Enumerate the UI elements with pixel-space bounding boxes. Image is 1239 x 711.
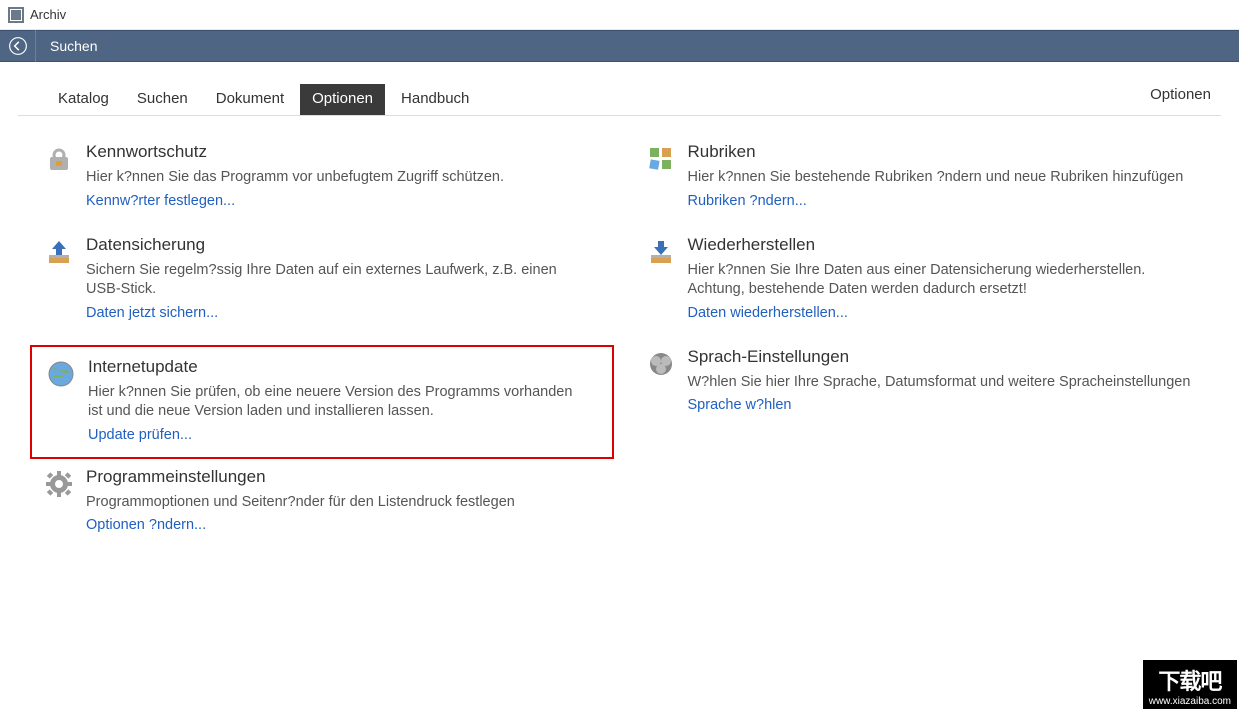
titlebar: Archiv — [0, 0, 1239, 30]
watermark: 下载吧 www.xiazaiba.com — [1143, 660, 1237, 709]
option-body: Kennwortschutz Hier k?nnen Sie das Progra… — [86, 142, 620, 209]
option-title: Kennwortschutz — [86, 142, 590, 162]
toolbar-label[interactable]: Suchen — [36, 38, 111, 54]
watermark-small: www.xiazaiba.com — [1149, 696, 1231, 707]
options-grid: Kennwortschutz Hier k?nnen Sie das Progra… — [0, 116, 1239, 559]
right-column: Rubriken Hier k?nnen Sie bestehende Rubri… — [620, 142, 1222, 559]
backup-up-icon — [32, 235, 86, 321]
tab-katalog[interactable]: Katalog — [46, 84, 121, 115]
option-item: Programmeinstellungen Programmoptionen un… — [18, 467, 620, 560]
toolbar: Suchen — [0, 30, 1239, 62]
window-title: Archiv — [30, 7, 66, 22]
option-description: Hier k?nnen Sie Ihre Daten aus einer Dat… — [688, 261, 1192, 300]
option-title: Sprach-Einstellungen — [688, 347, 1192, 367]
option-item: Sprach-Einstellungen W?hlen Sie hier Ihre… — [620, 347, 1222, 440]
option-item: Rubriken Hier k?nnen Sie bestehende Rubri… — [620, 142, 1222, 235]
option-body: Internetupdate Hier k?nnen Sie prüfen, ob… — [88, 357, 612, 443]
option-body: Programmeinstellungen Programmoptionen un… — [86, 467, 620, 534]
option-title: Internetupdate — [88, 357, 582, 377]
back-arrow-icon — [8, 36, 28, 56]
left-column: Kennwortschutz Hier k?nnen Sie das Progra… — [18, 142, 620, 559]
option-title: Wiederherstellen — [688, 235, 1192, 255]
app-icon — [8, 7, 24, 23]
globe-icon — [34, 357, 88, 443]
option-title: Programmeinstellungen — [86, 467, 590, 487]
option-link[interactable]: Sprache w?hlen — [688, 397, 1192, 413]
option-description: Sichern Sie regelm?ssig Ihre Daten auf e… — [86, 261, 590, 300]
gear-icon — [32, 467, 86, 534]
option-link[interactable]: Kennw?rter festlegen... — [86, 193, 590, 209]
option-title: Rubriken — [688, 142, 1192, 162]
option-description: W?hlen Sie hier Ihre Sprache, Datumsform… — [688, 373, 1192, 393]
tab-optionen[interactable]: Optionen — [300, 84, 385, 115]
top-right-label[interactable]: Optionen — [1150, 86, 1211, 103]
option-link[interactable]: Update prüfen... — [88, 427, 582, 443]
back-button[interactable] — [0, 30, 36, 62]
tab-bar: KatalogSuchenDokumentOptionenHandbuch Op… — [18, 62, 1221, 116]
option-description: Hier k?nnen Sie das Programm vor unbefug… — [86, 168, 590, 188]
option-description: Hier k?nnen Sie bestehende Rubriken ?nde… — [688, 168, 1192, 188]
tab-dokument[interactable]: Dokument — [204, 84, 296, 115]
option-item: Wiederherstellen Hier k?nnen Sie Ihre Dat… — [620, 235, 1222, 347]
option-title: Datensicherung — [86, 235, 590, 255]
option-link[interactable]: Rubriken ?ndern... — [688, 193, 1192, 209]
lock-icon — [32, 142, 86, 209]
option-item: Kennwortschutz Hier k?nnen Sie das Progra… — [18, 142, 620, 235]
option-item: Datensicherung Sichern Sie regelm?ssig Ih… — [18, 235, 620, 347]
option-description: Programmoptionen und Seitenr?nder für de… — [86, 493, 590, 513]
option-body: Wiederherstellen Hier k?nnen Sie Ihre Dat… — [688, 235, 1222, 321]
tab-suchen[interactable]: Suchen — [125, 84, 200, 115]
option-item: Internetupdate Hier k?nnen Sie prüfen, ob… — [30, 345, 614, 459]
restore-down-icon — [634, 235, 688, 321]
option-link[interactable]: Daten jetzt sichern... — [86, 305, 590, 321]
tab-handbuch[interactable]: Handbuch — [389, 84, 481, 115]
categories-icon — [634, 142, 688, 209]
option-body: Datensicherung Sichern Sie regelm?ssig Ih… — [86, 235, 620, 321]
option-description: Hier k?nnen Sie prüfen, ob eine neuere V… — [88, 383, 582, 422]
watermark-big: 下载吧 — [1149, 664, 1231, 696]
option-body: Rubriken Hier k?nnen Sie bestehende Rubri… — [688, 142, 1222, 209]
option-body: Sprach-Einstellungen W?hlen Sie hier Ihre… — [688, 347, 1222, 414]
language-icon — [634, 347, 688, 414]
option-link[interactable]: Optionen ?ndern... — [86, 517, 590, 533]
option-link[interactable]: Daten wiederherstellen... — [688, 305, 1192, 321]
